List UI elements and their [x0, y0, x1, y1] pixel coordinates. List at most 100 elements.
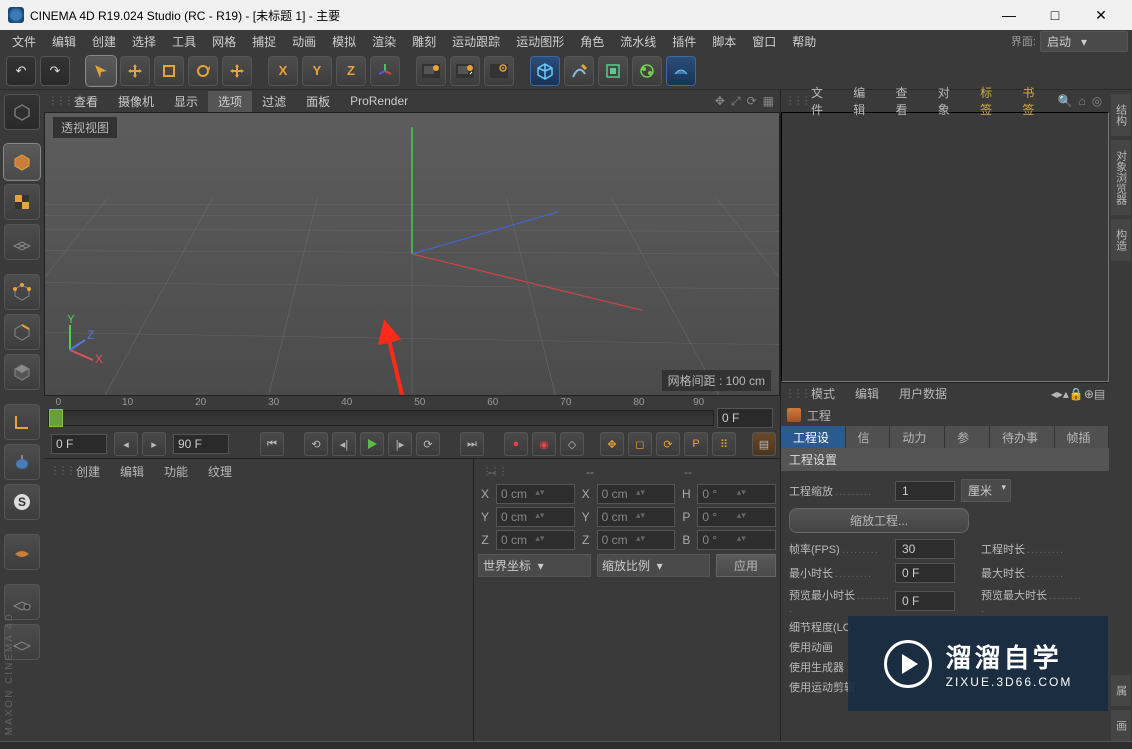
objmgr-menu-bookmarks[interactable]: 书签	[1012, 82, 1054, 120]
live-select-tool[interactable]	[86, 56, 116, 86]
fps-field[interactable]: 30	[895, 539, 955, 559]
preview-min-field[interactable]: 0 F	[895, 591, 955, 611]
attr-menu-edit[interactable]: 编辑	[845, 383, 889, 404]
axis-lock-y[interactable]: Y	[302, 56, 332, 86]
coord-field-rot-b[interactable]: 0 °▴▾	[697, 530, 776, 550]
key-param-button[interactable]: P	[684, 432, 708, 456]
redo-button[interactable]: ↷	[40, 56, 70, 86]
dock-tab-paint[interactable]: 画	[1111, 710, 1131, 741]
timeline-playhead[interactable]	[49, 409, 63, 427]
environment-button[interactable]	[666, 56, 696, 86]
menu-create[interactable]: 创建	[84, 31, 124, 52]
workplane-lock-button[interactable]	[4, 534, 40, 570]
timeline-next-field-button[interactable]: ▸	[142, 432, 166, 456]
material-menu-edit[interactable]: 编辑	[110, 461, 154, 482]
record-key-button[interactable]: ●	[504, 432, 528, 456]
viewport-menu-camera[interactable]: 摄像机	[108, 91, 164, 112]
timeline-ruler[interactable]: 0 10 20 30 40 50 60 70 80 90	[48, 410, 714, 426]
close-button[interactable]: ✕	[1078, 0, 1124, 30]
viewport-menu-panel[interactable]: 面板	[296, 91, 340, 112]
attr-lock-icon[interactable]: 🔒	[1069, 387, 1084, 401]
coord-space-select[interactable]: 世界坐标 ▾	[478, 554, 591, 577]
menu-simulate[interactable]: 模拟	[324, 31, 364, 52]
viewport-menu-options[interactable]: 选项	[208, 91, 252, 112]
scale-tool[interactable]	[154, 56, 184, 86]
deformer-button[interactable]	[632, 56, 662, 86]
coord-field-pos-y[interactable]: 0 cm▴▾	[496, 507, 575, 527]
objmgr-menu-objects[interactable]: 对象	[928, 82, 970, 120]
generator-button[interactable]	[598, 56, 628, 86]
menu-file[interactable]: 文件	[4, 31, 44, 52]
axis-lock-z[interactable]: Z	[336, 56, 366, 86]
render-view-button[interactable]	[416, 56, 446, 86]
attr-config-icon[interactable]: ▤	[1094, 387, 1105, 401]
objmgr-search-icon[interactable]: 🔍	[1058, 94, 1073, 108]
perspective-viewport[interactable]: 透视视图	[44, 112, 780, 396]
go-to-end-button[interactable]: ⏭	[460, 432, 484, 456]
dock-tab-structure[interactable]: 结构	[1111, 94, 1131, 136]
go-to-start-button[interactable]: ⏮	[260, 432, 284, 456]
grip-icon[interactable]: ⋮⋮⋮	[482, 467, 506, 478]
move-tool[interactable]	[120, 56, 150, 86]
coord-field-pos-x[interactable]: 0 cm▴▾	[496, 484, 575, 504]
attr-tab-project-settings[interactable]: 工程设置	[781, 426, 846, 448]
coord-field-rot-p[interactable]: 0 °▴▾	[697, 507, 776, 527]
snap-button[interactable]: S	[4, 484, 40, 520]
undo-button[interactable]: ↶	[6, 56, 36, 86]
timeline-preview-end-field[interactable]: 0 F	[717, 408, 773, 428]
scale-project-button[interactable]: 缩放工程...	[789, 508, 969, 533]
objmgr-filter-icon[interactable]: ⌂	[1079, 94, 1086, 108]
viewport-nav-rotate-icon[interactable]: ⟳	[747, 94, 757, 109]
viewport-nav-move-icon[interactable]: ✥	[715, 94, 725, 109]
play-button[interactable]	[360, 432, 384, 456]
render-picture-viewer-button[interactable]	[450, 56, 480, 86]
polygons-mode-button[interactable]	[4, 354, 40, 390]
attr-tab-reference[interactable]: 参考	[945, 426, 990, 448]
objmgr-menu-edit[interactable]: 编辑	[843, 82, 885, 120]
attr-tab-todo[interactable]: 待办事项	[990, 426, 1055, 448]
grip-icon[interactable]: ⋮⋮⋮	[785, 96, 809, 107]
primitive-cube-button[interactable]	[530, 56, 560, 86]
menu-mesh[interactable]: 网格	[204, 31, 244, 52]
project-scale-unit-select[interactable]: 厘米	[961, 479, 1011, 502]
menu-plugins[interactable]: 插件	[664, 31, 704, 52]
menu-animation[interactable]: 动画	[284, 31, 324, 52]
key-scale-button[interactable]: ◻	[628, 432, 652, 456]
dock-tab-attributes[interactable]: 属	[1111, 675, 1131, 706]
minimize-button[interactable]: —	[986, 0, 1032, 30]
menu-tools[interactable]: 工具	[164, 31, 204, 52]
loop-button[interactable]: ⟲	[304, 432, 328, 456]
timeline-dopesheet-button[interactable]: ▤	[752, 432, 776, 456]
menu-window[interactable]: 窗口	[744, 31, 784, 52]
coord-field-pos-z[interactable]: 0 cm▴▾	[496, 530, 575, 550]
menu-sculpt[interactable]: 雕刻	[404, 31, 444, 52]
object-manager-tree[interactable]	[781, 112, 1109, 382]
key-pla-button[interactable]: ⠿	[712, 432, 736, 456]
model-mode-button[interactable]	[4, 144, 40, 180]
coord-field-size-x[interactable]: 0 cm▴▾	[597, 484, 676, 504]
dock-tab-browser[interactable]: 对象浏览器	[1111, 140, 1131, 215]
viewport-menu-prorender[interactable]: ProRender	[340, 92, 418, 110]
texture-mode-button[interactable]	[4, 184, 40, 220]
timeline-start-field[interactable]: 0 F	[51, 434, 107, 454]
viewport-nav-zoom-icon[interactable]: ⤢	[731, 94, 741, 109]
menu-edit[interactable]: 编辑	[44, 31, 84, 52]
coord-field-size-y[interactable]: 0 cm▴▾	[597, 507, 676, 527]
spline-pen-button[interactable]	[564, 56, 594, 86]
coord-scale-mode-select[interactable]: 缩放比例 ▾	[597, 554, 710, 577]
grip-icon[interactable]: ⋮⋮⋮	[50, 466, 74, 477]
menu-script[interactable]: 脚本	[704, 31, 744, 52]
prev-key-button[interactable]: ◂|	[332, 432, 356, 456]
attr-menu-userdata[interactable]: 用户数据	[889, 383, 957, 404]
rotate-tool[interactable]	[188, 56, 218, 86]
attr-tab-info[interactable]: 信息	[846, 426, 891, 448]
grip-icon[interactable]: ⋮⋮⋮	[48, 96, 72, 107]
enable-axis-button[interactable]	[4, 404, 40, 440]
objmgr-menu-tags[interactable]: 标签	[970, 82, 1012, 120]
material-menu-function[interactable]: 功能	[154, 461, 198, 482]
menu-pipeline[interactable]: 流水线	[612, 31, 664, 52]
coord-apply-button[interactable]: 应用	[716, 554, 776, 577]
objmgr-eye-icon[interactable]: ◎	[1092, 94, 1102, 108]
edges-mode-button[interactable]	[4, 314, 40, 350]
make-editable-button[interactable]	[4, 94, 40, 130]
